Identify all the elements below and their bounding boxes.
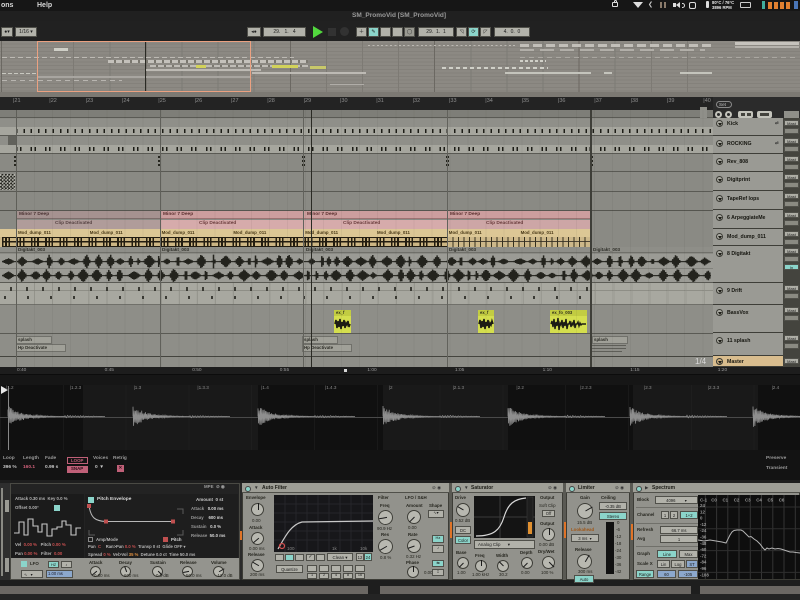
svg-text:C6: C6 — [779, 498, 785, 503]
svg-text:1k: 1k — [332, 546, 338, 551]
svg-text:24: 24 — [700, 503, 705, 508]
svg-text:C3: C3 — [745, 498, 751, 503]
svg-text:-48: -48 — [700, 541, 707, 546]
svg-text:-84: -84 — [700, 560, 707, 565]
svg-text:C-1: C-1 — [700, 498, 708, 503]
svg-text:-36: -36 — [700, 535, 707, 540]
svg-text:-24: -24 — [700, 528, 707, 533]
svg-text:-96: -96 — [700, 566, 707, 571]
svg-text:C2: C2 — [734, 498, 740, 503]
svg-text:C0: C0 — [711, 498, 717, 503]
svg-text:C5: C5 — [768, 498, 774, 503]
svg-text:12: 12 — [700, 509, 705, 514]
svg-text:-72: -72 — [700, 553, 707, 558]
svg-text:-12: -12 — [700, 522, 707, 527]
svg-text:10k: 10k — [360, 546, 368, 551]
svg-text:100: 100 — [287, 546, 295, 551]
svg-text:C1: C1 — [723, 498, 729, 503]
svg-text:-60: -60 — [700, 547, 707, 552]
svg-text:C4: C4 — [756, 498, 762, 503]
svg-text:-108: -108 — [700, 572, 709, 577]
